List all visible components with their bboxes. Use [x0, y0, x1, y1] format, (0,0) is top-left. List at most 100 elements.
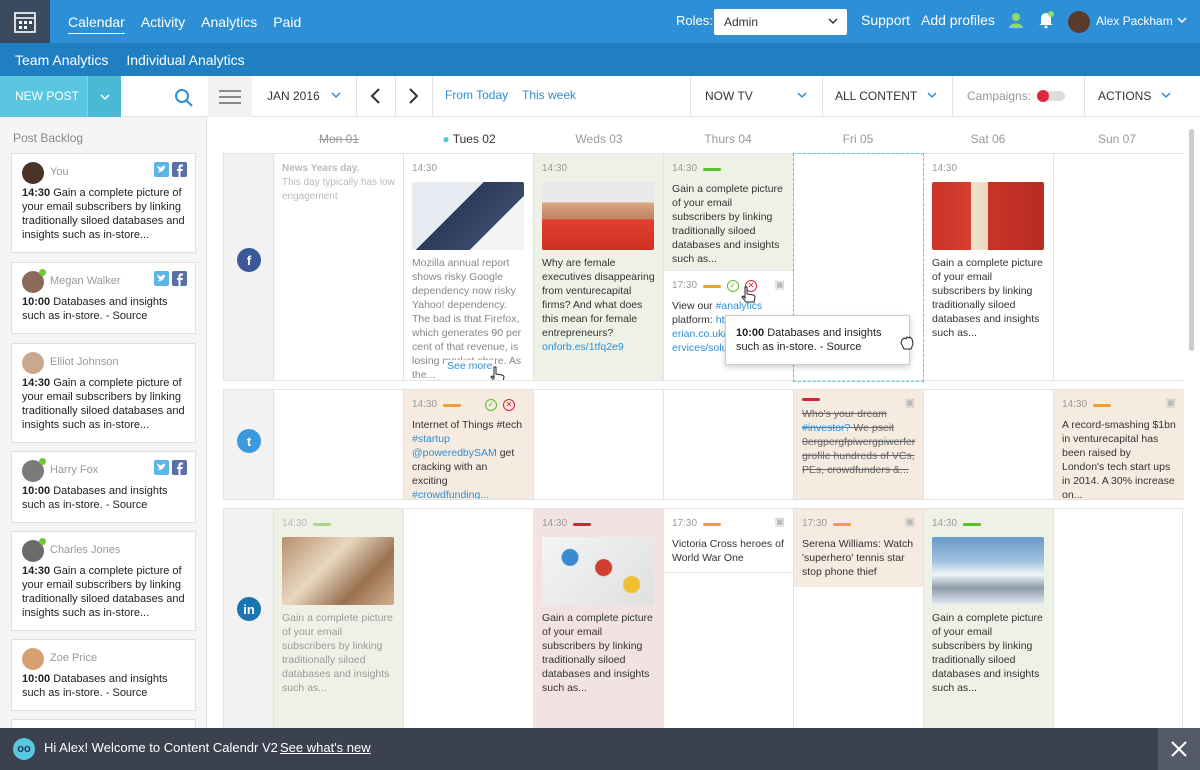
backlog-card[interactable]: You 14:30 Gain a complete picture of you…	[11, 153, 196, 253]
cell-mon[interactable]	[274, 390, 404, 499]
chevron-down-icon[interactable]	[796, 87, 808, 103]
post-card[interactable]: 14:30 A record-smashing $1bn in venturec…	[1054, 390, 1184, 499]
day-header-sun: Sun 07	[1097, 132, 1137, 146]
user-avatar[interactable]	[1068, 11, 1090, 33]
hashtag-link[interactable]: #crowdfunding...	[412, 489, 489, 499]
post-text: Why are female executives disappearing f…	[542, 257, 655, 339]
reject-icon[interactable]: ✕	[503, 399, 516, 411]
post-time: 14:30	[22, 377, 51, 389]
subnav-team-analytics[interactable]: Team Analytics	[15, 52, 108, 68]
new-post-button[interactable]: NEW POST	[0, 76, 87, 117]
today-dot-icon: ●	[442, 132, 450, 146]
cell-sun[interactable]	[1054, 509, 1184, 728]
post-card[interactable]: 14:30 ✓ ✕ Internet of Things #tech #startu…	[404, 390, 533, 499]
cell-thu[interactable]: 17:30 Victoria Cross heroes of World War…	[664, 509, 794, 728]
cell-sat[interactable]	[924, 390, 1054, 499]
backlog-card[interactable]	[11, 719, 196, 728]
post-card[interactable]: 14:30 Gain a complete picture of your em…	[274, 509, 403, 703]
this-week-link[interactable]: This week	[522, 88, 576, 102]
hamburger-icon	[219, 89, 241, 104]
tooltip-time: 10:00	[736, 327, 765, 339]
nav-calendar[interactable]: Calendar	[68, 14, 125, 30]
status-bar	[1093, 403, 1112, 407]
cell-fri[interactable]: Who's your dream #investor? We pseit 0er…	[794, 390, 924, 499]
post-text: Serena Williams: Watch 'superhero' tenni…	[802, 538, 914, 578]
post-card[interactable]: 14:30 Mozilla annual report shows risky …	[404, 154, 533, 380]
cell-fri[interactable]: 17:30 Serena Williams: Watch 'superhero'…	[794, 509, 924, 728]
nav-paid[interactable]: Paid	[273, 14, 301, 30]
cell-sat[interactable]: 14:30 Gain a complete picture of your em…	[924, 154, 1054, 380]
divider	[356, 76, 357, 117]
day-header-tue: ● Tues 02	[404, 132, 534, 146]
backlog-card[interactable]: Harry Fox 10:00 Databases and insights s…	[11, 451, 196, 523]
campaigns-toggle[interactable]	[1037, 90, 1065, 102]
chevron-down-icon[interactable]	[330, 87, 342, 103]
cell-mon[interactable]: News Years day. This day typically has l…	[274, 154, 404, 380]
whats-new-link[interactable]: See what's new	[280, 740, 371, 755]
time-label: 14:30	[932, 163, 958, 174]
prev-week-icon[interactable]	[369, 86, 381, 106]
cell-sat[interactable]: 14:30 Gain a complete picture of your em…	[924, 509, 1054, 728]
cell-sun[interactable]: 14:30 A record-smashing $1bn in venturec…	[1054, 390, 1184, 499]
cell-wed[interactable]: 14:30 Why are female executives disappea…	[534, 154, 664, 380]
backlog-card[interactable]: Elliot Johnson 14:30 Gain a complete pic…	[11, 343, 196, 443]
drag-preview-card[interactable]: 10:00 Databases and insights such as in-…	[725, 315, 910, 365]
post-image	[412, 182, 524, 250]
row-label: in	[224, 509, 274, 728]
content-filter-select[interactable]: ALL CONTENT	[835, 89, 917, 103]
add-user-icon[interactable]	[1008, 11, 1026, 29]
nav-activity[interactable]: Activity	[141, 14, 185, 30]
bell-icon[interactable]	[1038, 11, 1054, 29]
main-nav: Calendar Activity Analytics Paid	[68, 0, 301, 43]
cell-tue[interactable]: 14:30 Mozilla annual report shows risky …	[404, 154, 534, 380]
backlog-card[interactable]: Megan Walker 10:00 Databases and insight…	[11, 262, 196, 334]
twitter-icon	[154, 460, 169, 475]
chevron-down-icon[interactable]	[926, 87, 938, 103]
search-icon[interactable]	[174, 88, 194, 108]
backlog-card[interactable]: Charles Jones 14:30 Gain a complete pict…	[11, 531, 196, 631]
avatar	[22, 352, 44, 374]
post-card[interactable]: 14:30 Gain a complete picture of your em…	[534, 509, 663, 703]
channel-select[interactable]: NOW TV	[705, 89, 753, 103]
user-name[interactable]: Alex Packham	[1096, 14, 1173, 28]
scrollbar[interactable]	[1189, 129, 1194, 351]
status-bar	[833, 522, 852, 526]
hashtag-link[interactable]: #startup	[412, 433, 450, 445]
roles-select[interactable]: Admin	[714, 9, 847, 35]
cell-sun[interactable]	[1054, 154, 1184, 380]
cell-wed[interactable]: 14:30 Gain a complete picture of your em…	[534, 509, 664, 728]
cell-wed[interactable]	[534, 390, 664, 499]
post-link[interactable]: onforb.es/1tfq2e9	[542, 340, 655, 354]
cell-tue[interactable]: 14:30 ✓ ✕ Internet of Things #tech #startu…	[404, 390, 534, 499]
close-banner-button[interactable]	[1158, 728, 1200, 770]
approve-icon[interactable]: ✓	[485, 399, 498, 411]
nav-analytics[interactable]: Analytics	[201, 14, 257, 30]
cell-tue[interactable]	[404, 509, 534, 728]
support-link[interactable]: Support	[861, 12, 910, 28]
add-profiles-link[interactable]: Add profiles	[921, 12, 995, 28]
next-week-icon[interactable]	[408, 86, 420, 106]
chevron-down-icon[interactable]	[1176, 13, 1188, 27]
chevron-down-icon[interactable]	[1160, 87, 1172, 103]
subnav-individual-analytics[interactable]: Individual Analytics	[126, 52, 244, 68]
new-post-dropdown[interactable]	[87, 76, 121, 117]
time-label: 17:30	[802, 518, 828, 529]
cell-thu[interactable]	[664, 390, 794, 499]
backlog-card[interactable]: Zoe Price 10:00 Databases and insights s…	[11, 639, 196, 711]
post-preview: 14:30 Gain a complete picture of your em…	[22, 186, 185, 242]
post-card[interactable]: 14:30 Gain a complete picture of your em…	[924, 154, 1053, 348]
actions-menu[interactable]: ACTIONS	[1098, 89, 1151, 103]
cell-mon[interactable]: 14:30 Gain a complete picture of your em…	[274, 509, 404, 728]
approve-icon[interactable]: ✓	[727, 280, 740, 292]
menu-button[interactable]	[208, 76, 252, 117]
hashtag-link[interactable]: #investor?	[802, 422, 850, 434]
month-select[interactable]: JAN 2016	[267, 89, 320, 103]
mention-link[interactable]: @poweredbySAM	[412, 447, 497, 459]
from-today-link[interactable]: From Today	[445, 88, 508, 102]
see-more-link[interactable]: See more	[445, 360, 495, 372]
post-card[interactable]: 14:30 Gain a complete picture of your em…	[924, 509, 1053, 703]
post-card[interactable]: 14:30 Why are female executives disappea…	[534, 154, 663, 362]
post-card[interactable]: 14:30 Gain a complete picture of your em…	[664, 154, 793, 274]
app-logo[interactable]	[0, 0, 50, 43]
roles-value: Admin	[724, 15, 759, 29]
